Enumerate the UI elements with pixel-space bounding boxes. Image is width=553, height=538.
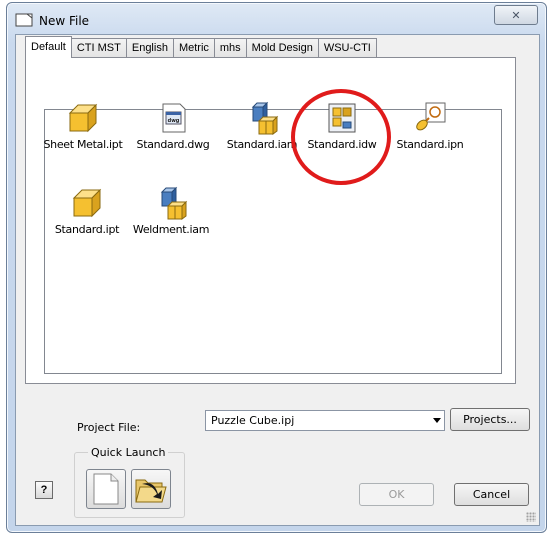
close-icon: ✕ <box>511 9 521 22</box>
tab-cti-mst[interactable]: CTI MST <box>70 38 127 58</box>
assembly-icon <box>251 101 279 135</box>
cancel-button[interactable]: Cancel <box>454 483 529 506</box>
tab-mhs[interactable]: mhs <box>213 38 247 58</box>
template-tabs: Default CTI MST English Metric mhs Mold … <box>25 36 377 58</box>
title-bar[interactable]: New File ✕ <box>7 3 546 35</box>
tab-metric[interactable]: Metric <box>172 38 215 58</box>
tab-default[interactable]: Default <box>25 36 72 58</box>
open-folder-icon <box>135 479 167 503</box>
projects-button-label: Projects... <box>463 413 517 426</box>
new-file-dialog: New File ✕ Default CTI MST English Metri… <box>6 2 547 533</box>
new-file-icon <box>15 13 33 27</box>
quick-launch-open-button[interactable] <box>131 469 171 509</box>
part-cube-icon <box>68 103 98 133</box>
presentation-icon <box>416 102 446 131</box>
window-title: New File <box>39 14 90 28</box>
svg-text:dwg: dwg <box>168 118 180 124</box>
ok-button-label: OK <box>388 488 405 501</box>
quick-launch-new-button[interactable] <box>86 469 126 509</box>
chevron-down-icon[interactable] <box>433 418 441 423</box>
tab-english[interactable]: English <box>125 38 174 58</box>
project-file-select[interactable]: Puzzle Cube.ipj <box>205 410 445 431</box>
assembly-icon <box>160 186 188 220</box>
help-icon: ? <box>40 484 48 496</box>
template-item-weldment-iam[interactable]: Weldment.iam <box>122 186 220 236</box>
resize-grip[interactable] <box>526 512 536 522</box>
template-label: Standard.idw <box>307 138 377 151</box>
blank-document-icon <box>93 473 119 505</box>
help-button[interactable]: ? <box>35 481 53 499</box>
template-label: Standard.dwg <box>136 138 210 151</box>
drawing-idw-icon <box>328 103 356 133</box>
template-label: Standard.ipn <box>396 138 464 151</box>
template-item-standard-ipn[interactable]: Standard.ipn <box>381 101 479 151</box>
cancel-button-label: Cancel <box>472 488 511 501</box>
drawing-dwg-icon: dwg <box>162 103 186 133</box>
tab-wsu-cti[interactable]: WSU-CTI <box>317 38 377 58</box>
template-label: Weldment.iam <box>132 223 210 236</box>
template-item-sheet-metal[interactable]: Sheet Metal.ipt <box>34 101 132 151</box>
part-cube-icon <box>72 188 102 218</box>
template-label: Sheet Metal.ipt <box>43 138 123 151</box>
project-file-value: Puzzle Cube.ipj <box>211 414 295 427</box>
quick-launch-caption: Quick Launch <box>88 446 169 459</box>
ok-button[interactable]: OK <box>359 483 434 506</box>
close-button[interactable]: ✕ <box>494 5 538 25</box>
project-file-label: Project File: <box>77 421 141 434</box>
template-item-standard-idw[interactable]: Standard.idw <box>293 101 391 151</box>
projects-button[interactable]: Projects... <box>450 408 530 431</box>
template-item-standard-dwg[interactable]: dwg Standard.dwg <box>124 101 222 151</box>
tab-mold-design[interactable]: Mold Design <box>245 38 319 58</box>
